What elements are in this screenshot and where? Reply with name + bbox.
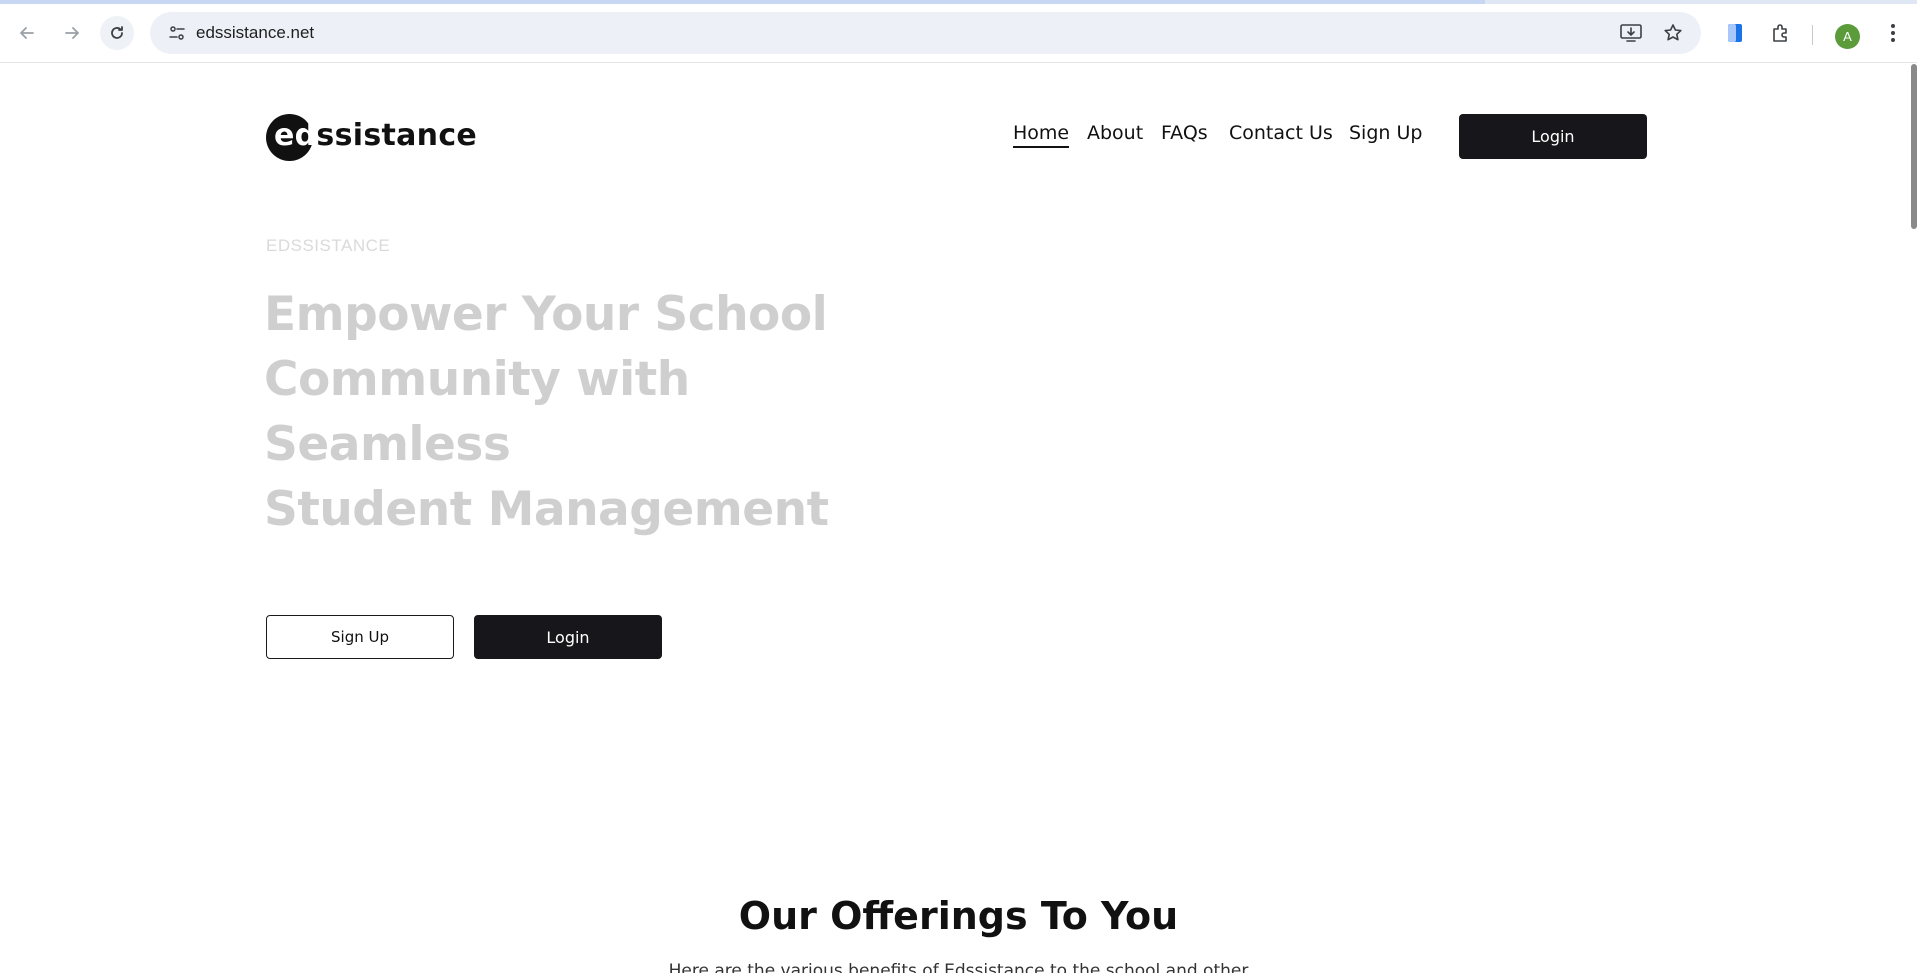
- site-info-icon[interactable]: [160, 16, 194, 50]
- more-menu-icon[interactable]: [1876, 16, 1910, 50]
- forward-icon[interactable]: [55, 16, 89, 50]
- hero-title-line-2: Community with Seamless: [264, 352, 690, 472]
- hero-title-line-3: Student Management: [264, 482, 829, 537]
- back-icon[interactable]: [10, 16, 44, 50]
- offerings-subtitle: Here are the various benefits of Edssist…: [668, 961, 1249, 973]
- nav-contact-us[interactable]: Contact Us: [1229, 122, 1333, 144]
- header-login-button[interactable]: Login: [1459, 114, 1647, 159]
- browser-toolbar: edssistance.net A: [0, 4, 1917, 63]
- page-viewport: edssistance Home About FAQs Contact Us S…: [0, 64, 1917, 973]
- nav-faqs[interactable]: FAQs: [1161, 122, 1208, 144]
- nav-home[interactable]: Home: [1013, 122, 1070, 148]
- offerings-title: Our Offerings To You: [738, 894, 1179, 938]
- bookmark-star-icon[interactable]: [1656, 16, 1690, 50]
- url-text[interactable]: edssistance.net: [196, 23, 314, 43]
- hero-title-line-1: Empower Your School: [264, 287, 828, 342]
- toolbar-divider: [1812, 25, 1813, 45]
- hero-login-button[interactable]: Login: [474, 615, 662, 659]
- hero-signup-button[interactable]: Sign Up: [266, 615, 454, 659]
- hero-eyebrow: EDSSISTANCE: [266, 236, 391, 255]
- install-app-icon[interactable]: [1614, 16, 1648, 50]
- reload-icon[interactable]: [100, 16, 134, 50]
- hero-title: Empower Your School Community with Seaml…: [264, 282, 944, 542]
- reading-mode-icon[interactable]: [1718, 16, 1752, 50]
- nav-about[interactable]: About: [1087, 122, 1143, 144]
- extensions-icon[interactable]: [1764, 16, 1798, 50]
- address-bar[interactable]: edssistance.net: [150, 12, 1701, 54]
- nav-sign-up[interactable]: Sign Up: [1349, 122, 1422, 144]
- profile-avatar[interactable]: A: [1835, 24, 1860, 49]
